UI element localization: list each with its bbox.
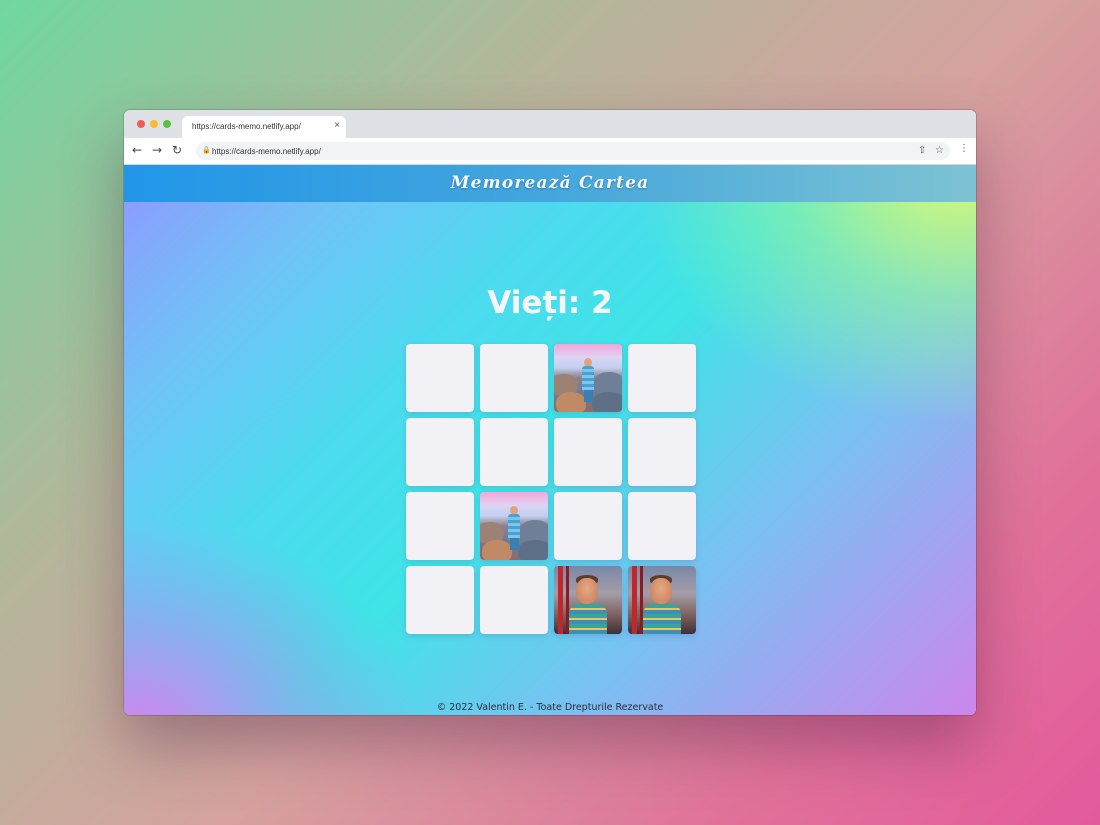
forward-icon[interactable]: → bbox=[152, 143, 162, 157]
memory-card[interactable] bbox=[406, 566, 474, 634]
lock-icon: 🔒 bbox=[202, 147, 211, 154]
address-bar[interactable]: 🔒 https://cards-memo.netlify.app/ ⇧ ☆ bbox=[196, 142, 950, 160]
memory-card[interactable] bbox=[554, 418, 622, 486]
memory-card[interactable] bbox=[554, 492, 622, 560]
site-title: Memorează Cartea bbox=[450, 173, 650, 193]
memory-card[interactable] bbox=[628, 418, 696, 486]
page-content: Memorează Cartea Vieți: 2 © 2022 Valenti… bbox=[124, 165, 976, 715]
memory-card[interactable] bbox=[628, 344, 696, 412]
memory-card[interactable] bbox=[406, 344, 474, 412]
memory-card-revealed[interactable] bbox=[554, 344, 622, 412]
menu-icon[interactable]: ⋮ bbox=[959, 143, 969, 154]
tab-close-icon[interactable]: × bbox=[334, 120, 340, 131]
close-window-button[interactable] bbox=[137, 120, 145, 128]
memory-card[interactable] bbox=[406, 418, 474, 486]
minimize-window-button[interactable] bbox=[150, 120, 158, 128]
memory-card[interactable] bbox=[628, 492, 696, 560]
memory-card-revealed[interactable] bbox=[628, 566, 696, 634]
tab-title: https://cards-memo.netlify.app/ bbox=[192, 122, 301, 131]
tab-bar: https://cards-memo.netlify.app/ × bbox=[124, 110, 976, 138]
memory-card[interactable] bbox=[480, 566, 548, 634]
footer-text: © 2022 Valentin E. - Toate Drepturile Re… bbox=[436, 702, 664, 713]
star-icon[interactable]: ☆ bbox=[935, 145, 944, 156]
memory-card-revealed[interactable] bbox=[554, 566, 622, 634]
memory-card[interactable] bbox=[480, 344, 548, 412]
card-grid bbox=[406, 344, 698, 636]
back-icon[interactable]: ← bbox=[132, 143, 142, 157]
memory-card[interactable] bbox=[480, 418, 548, 486]
url-text: https://cards-memo.netlify.app/ bbox=[212, 147, 321, 156]
lives-counter: Vieți: 2 bbox=[487, 285, 613, 321]
memory-card[interactable] bbox=[406, 492, 474, 560]
reload-icon[interactable]: ↻ bbox=[172, 143, 182, 157]
browser-tab[interactable]: https://cards-memo.netlify.app/ × bbox=[182, 116, 346, 138]
maximize-window-button[interactable] bbox=[163, 120, 171, 128]
site-header: Memorează Cartea bbox=[124, 165, 976, 202]
share-icon[interactable]: ⇧ bbox=[918, 145, 926, 156]
browser-window: https://cards-memo.netlify.app/ × ← → ↻ … bbox=[124, 110, 976, 715]
memory-card-revealed[interactable] bbox=[480, 492, 548, 560]
browser-toolbar: ← → ↻ 🔒 https://cards-memo.netlify.app/ … bbox=[124, 138, 976, 165]
